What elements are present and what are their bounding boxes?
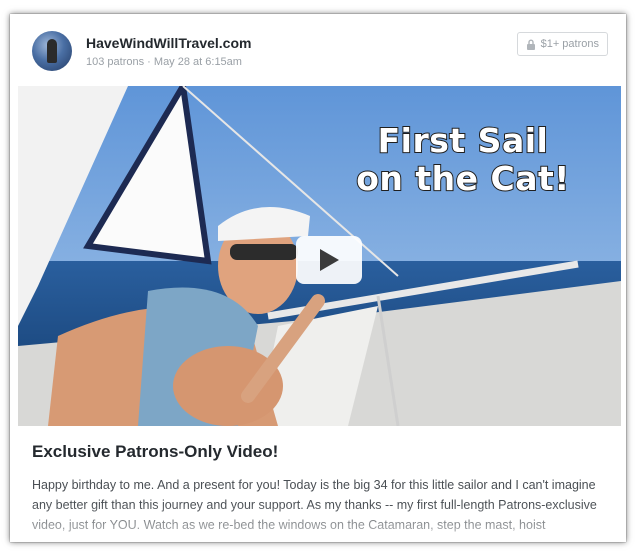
post-body: Happy birthday to me. And a present for … xyxy=(32,478,597,532)
caption-line-1: First Sail xyxy=(377,121,549,161)
meta-separator: · xyxy=(147,56,151,68)
video-caption: First Sail on the Cat! xyxy=(318,121,608,199)
play-icon xyxy=(320,249,339,271)
video-player[interactable]: First Sail on the Cat! xyxy=(18,86,621,426)
post-timestamp[interactable]: May 28 at 6:15am xyxy=(154,56,242,68)
avatar-figure xyxy=(47,39,57,63)
post-header: HaveWindWillTravel.com 103 patrons · May… xyxy=(10,14,626,86)
post-title[interactable]: Exclusive Patrons-Only Video! xyxy=(32,442,278,462)
patron-count[interactable]: 103 patrons xyxy=(86,56,144,68)
avatar[interactable] xyxy=(32,31,72,71)
lock-icon xyxy=(526,39,536,50)
tier-label: $1+ patrons xyxy=(540,38,599,50)
creator-name[interactable]: HaveWindWillTravel.com xyxy=(86,35,251,51)
caption-line-2: on the Cat! xyxy=(355,159,570,199)
tier-badge[interactable]: $1+ patrons xyxy=(516,32,608,56)
post-card: HaveWindWillTravel.com 103 patrons · May… xyxy=(10,14,626,542)
post-meta: 103 patrons · May 28 at 6:15am xyxy=(86,56,242,68)
play-button[interactable] xyxy=(296,236,362,284)
